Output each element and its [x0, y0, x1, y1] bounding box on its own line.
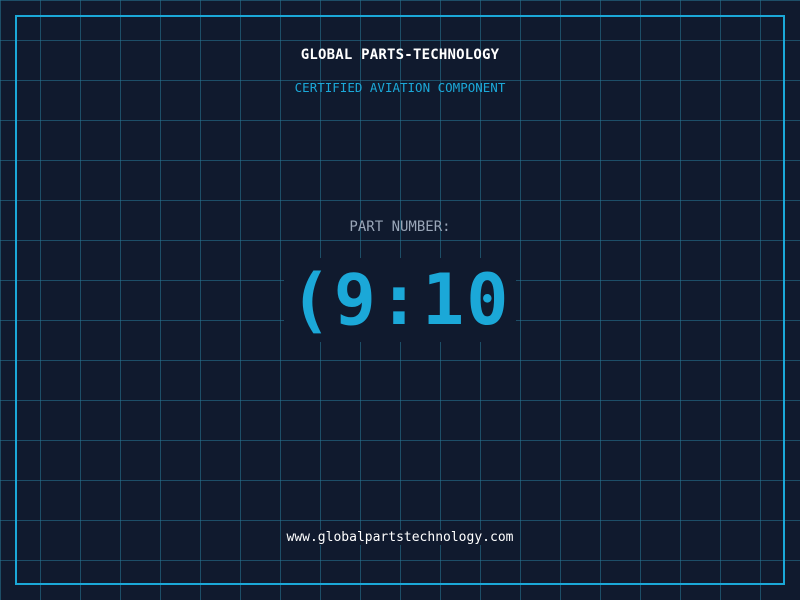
part-number-label: PART NUMBER: — [349, 219, 451, 235]
part-number-container: (9:10 — [0, 258, 800, 342]
website-container: www.globalpartstechnology.com — [0, 530, 800, 545]
part-number-value: (9:10 — [283, 258, 517, 342]
certification-tagline: CERTIFIED AVIATION COMPONENT — [294, 80, 506, 95]
company-name: GLOBAL PARTS-TECHNOLOGY — [300, 47, 500, 63]
website-url: www.globalpartstechnology.com — [284, 530, 516, 545]
